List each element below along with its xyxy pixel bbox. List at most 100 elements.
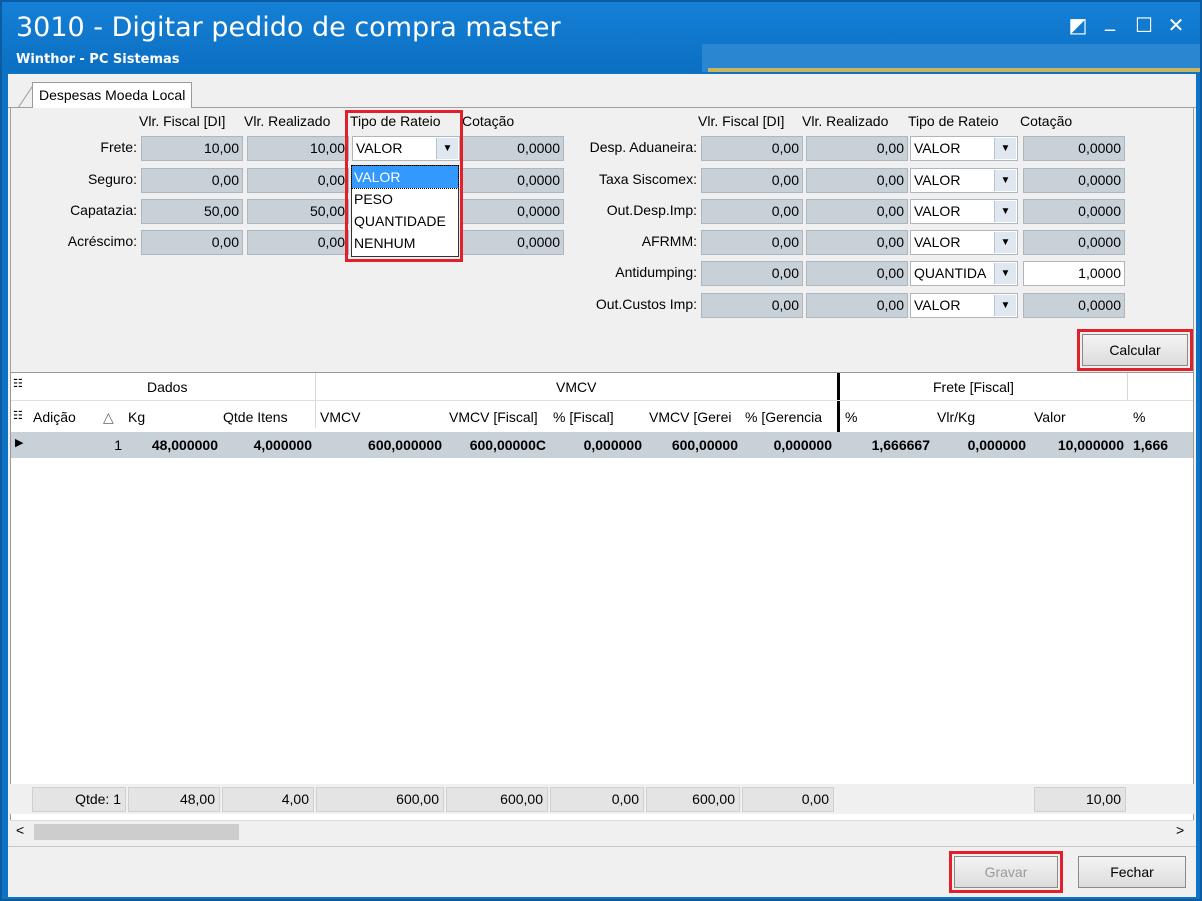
band-frete-fiscal: Frete [Fiscal] [933, 379, 1014, 395]
col-frete-vlr-kg[interactable]: Vlr/Kg [937, 409, 975, 425]
label-acrescimo: Acréscimo: [67, 233, 137, 249]
maximize-icon[interactable]: ☐ [1130, 12, 1158, 38]
cell-kg: 48,000000 [151, 437, 218, 453]
main-window: 3010 - Digitar pedido de compra master W… [0, 0, 1202, 901]
fechar-button[interactable]: Fechar [1078, 856, 1186, 888]
out-custos-imp-rateio-select[interactable]: VALOR ▼ [910, 293, 1018, 318]
restore-icon[interactable]: ◩ [1064, 12, 1092, 38]
frete-realizado-field[interactable]: 10,00 [247, 136, 349, 161]
desp-aduaneira-fiscal-field[interactable]: 0,00 [701, 136, 803, 161]
header-vlr-realizado: Vlr. Realizado [244, 113, 331, 129]
scroll-left-icon[interactable]: < [16, 822, 24, 838]
desp-aduaneira-cotacao-field[interactable]: 0,0000 [1023, 136, 1125, 161]
cell-frete-vlr-kg: 0,000000 [967, 437, 1026, 453]
afrmm-cotacao-field[interactable]: 0,0000 [1023, 230, 1125, 255]
afrmm-realizado-field[interactable]: 0,00 [806, 230, 908, 255]
col-vmcv-fiscal[interactable]: VMCV [Fiscal] [449, 409, 538, 425]
frete-cotacao-field[interactable]: 0,0000 [462, 136, 564, 161]
seguro-realizado-field[interactable]: 0,00 [247, 168, 349, 193]
col-qtde-itens[interactable]: Qtde Itens [223, 409, 288, 425]
out-custos-imp-fiscal-field[interactable]: 0,00 [701, 293, 803, 318]
band-vmcv: VMCV [556, 379, 597, 395]
chevron-down-icon[interactable]: ▼ [994, 138, 1016, 159]
out-desp-imp-rateio-value: VALOR [914, 203, 961, 219]
taxa-siscomex-fiscal-field[interactable]: 0,00 [701, 168, 803, 193]
footer-vmcv: 600,00 [316, 787, 444, 812]
afrmm-fiscal-field[interactable]: 0,00 [701, 230, 803, 255]
chevron-down-icon[interactable]: ▼ [994, 170, 1016, 191]
footer-kg: 48,00 [128, 787, 220, 812]
cell-frete-pct-2: 1,666 [1133, 437, 1169, 453]
taxa-siscomex-realizado-field[interactable]: 0,00 [806, 168, 908, 193]
capatazia-cotacao-field[interactable]: 0,0000 [462, 199, 564, 224]
taxa-siscomex-cotacao-field[interactable]: 0,0000 [1023, 168, 1125, 193]
afrmm-rateio-value: VALOR [914, 234, 961, 250]
desp-aduaneira-rateio-value: VALOR [914, 140, 961, 156]
acrescimo-fiscal-field[interactable]: 0,00 [141, 230, 243, 255]
capatazia-realizado-field[interactable]: 50,00 [247, 199, 349, 224]
acrescimo-cotacao-field[interactable]: 0,0000 [462, 230, 564, 255]
header-vlr-fiscal-right: Vlr. Fiscal [DI] [698, 113, 785, 129]
seguro-cotacao-field[interactable]: 0,0000 [462, 168, 564, 193]
col-frete-pct[interactable]: % [845, 409, 857, 425]
scroll-right-icon[interactable]: > [1176, 822, 1184, 838]
col-frete-valor[interactable]: Valor [1034, 409, 1066, 425]
items-grid: ☷ ☷ Dados VMCV Frete [Fiscal] Adição △ K… [10, 372, 1194, 822]
col-pct-fiscal[interactable]: % [Fiscal] [553, 409, 614, 425]
tab-despesas-moeda-local[interactable]: Despesas Moeda Local [32, 82, 193, 108]
desp-aduaneira-rateio-select[interactable]: VALOR ▼ [910, 136, 1018, 161]
col-kg[interactable]: Kg [128, 409, 145, 425]
footer-vmcv-fiscal: 600,00 [446, 787, 548, 812]
title-bar: 3010 - Digitar pedido de compra master W… [2, 2, 1200, 72]
window-subtitle: Winthor - PC Sistemas [16, 52, 180, 67]
bottom-button-bar: Gravar Fechar [8, 846, 1196, 897]
header-separator [11, 400, 1193, 401]
col-frete-pct-2[interactable]: % [1133, 409, 1145, 425]
tab-strip: Despesas Moeda Local [8, 74, 1196, 108]
afrmm-rateio-select[interactable]: VALOR ▼ [910, 230, 1018, 255]
col-vmcv[interactable]: VMCV [320, 409, 360, 425]
antidumping-rateio-select[interactable]: QUANTIDA ▼ [910, 261, 1018, 286]
minimize-icon[interactable]: _ [1096, 6, 1124, 32]
horizontal-scrollbar[interactable]: < > [10, 820, 1194, 842]
label-out-desp-imp: Out.Desp.Imp: [606, 202, 697, 218]
out-desp-imp-realizado-field[interactable]: 0,00 [806, 199, 908, 224]
chevron-down-icon[interactable]: ▼ [994, 201, 1016, 222]
antidumping-fiscal-field[interactable]: 0,00 [701, 261, 803, 286]
out-desp-imp-cotacao-field[interactable]: 0,0000 [1023, 199, 1125, 224]
close-icon[interactable]: ✕ [1162, 12, 1190, 38]
out-custos-imp-realizado-field[interactable]: 0,00 [806, 293, 908, 318]
chevron-down-icon[interactable]: ▼ [994, 295, 1016, 316]
desp-aduaneira-realizado-field[interactable]: 0,00 [806, 136, 908, 161]
out-desp-imp-rateio-select[interactable]: VALOR ▼ [910, 199, 1018, 224]
col-vmcv-gerencial[interactable]: VMCV [Gerei [649, 409, 742, 425]
antidumping-cotacao-field[interactable]: 1,0000 [1023, 261, 1125, 286]
out-custos-imp-rateio-value: VALOR [914, 297, 961, 313]
frete-fiscal-field[interactable]: 10,00 [141, 136, 243, 161]
scrollbar-thumb[interactable] [34, 824, 239, 840]
taxa-siscomex-rateio-select[interactable]: VALOR ▼ [910, 168, 1018, 193]
cell-frete-valor: 10,000000 [1057, 437, 1124, 453]
cell-frete-pct: 1,666667 [871, 437, 930, 453]
out-custos-imp-cotacao-field[interactable]: 0,0000 [1023, 293, 1125, 318]
col-pct-gerencial[interactable]: % [Gerencia [745, 409, 836, 425]
label-taxa-siscomex: Taxa Siscomex: [598, 171, 697, 187]
window-title: 3010 - Digitar pedido de compra master [16, 12, 561, 43]
antidumping-realizado-field[interactable]: 0,00 [806, 261, 908, 286]
label-desp-aduaneira: Desp. Aduaneira: [589, 139, 697, 155]
grid-footer-totals: Qtde: 1 48,00 4,00 600,00 600,00 0,00 60… [10, 784, 1194, 814]
grid-menu-icon[interactable]: ☷ [13, 377, 23, 390]
title-bar-accent-line [708, 68, 1200, 72]
chevron-down-icon[interactable]: ▼ [994, 263, 1016, 284]
label-out-custos-imp: Out.Custos Imp: [595, 296, 697, 312]
cell-pct-gerencial: 0,000000 [773, 437, 832, 453]
acrescimo-realizado-field[interactable]: 0,00 [247, 230, 349, 255]
capatazia-fiscal-field[interactable]: 50,00 [141, 199, 243, 224]
col-adicao[interactable]: Adição [33, 409, 76, 425]
highlight-calcular [1077, 329, 1193, 371]
seguro-fiscal-field[interactable]: 0,00 [141, 168, 243, 193]
grid-menu-icon[interactable]: ☷ [13, 409, 23, 422]
header-tipo-rateio-right: Tipo de Rateio [908, 113, 999, 129]
out-desp-imp-fiscal-field[interactable]: 0,00 [701, 199, 803, 224]
chevron-down-icon[interactable]: ▼ [994, 232, 1016, 253]
